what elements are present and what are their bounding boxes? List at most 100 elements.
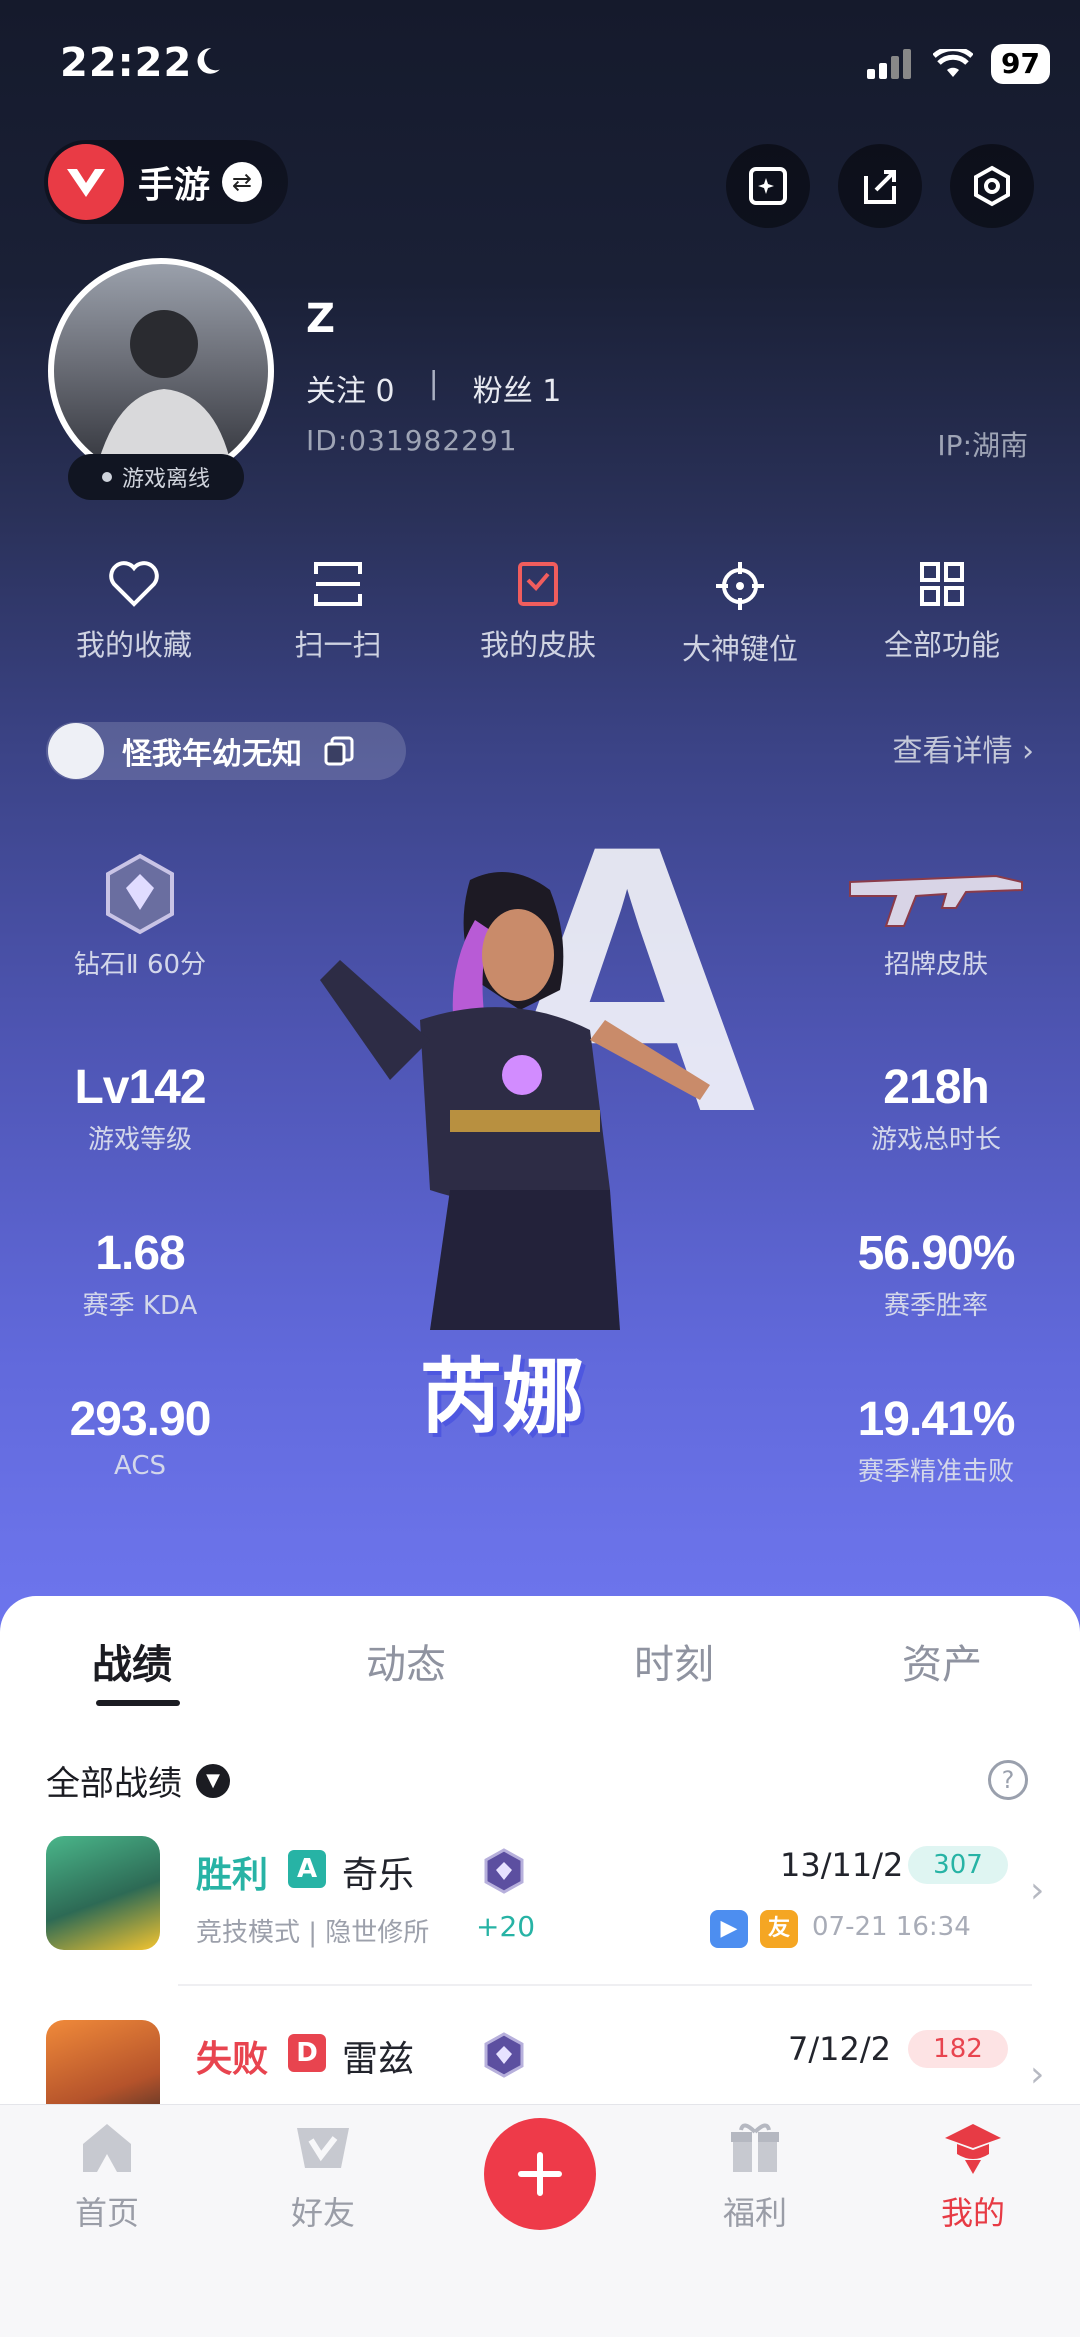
quick-label: 全部功能	[883, 628, 1000, 662]
quick-scan[interactable]: 扫一扫	[238, 560, 438, 664]
status-badge: 游戏离线	[68, 454, 244, 500]
tab-moments[interactable]: 时刻	[634, 1632, 714, 1690]
nav-label: 好友	[290, 2194, 355, 2232]
nav-benefits[interactable]: 福利	[690, 2120, 820, 2234]
level-label: 游戏等级	[87, 1125, 192, 1155]
share-icon	[864, 170, 896, 204]
create-button[interactable]	[484, 2118, 596, 2230]
headshot-stat: 19.41% 赛季精准击败	[806, 1392, 1066, 1488]
skin-icon	[518, 562, 558, 606]
help-icon[interactable]: ?	[988, 1760, 1028, 1800]
acs-badge: 307	[908, 1846, 1008, 1884]
nav-friends[interactable]: 好友	[258, 2120, 388, 2234]
rank-label: 钻石Ⅱ 60分	[73, 950, 207, 980]
active-tab-indicator	[96, 1700, 180, 1706]
following-count[interactable]: 关注 0	[306, 366, 395, 410]
kda-value: 1.68	[95, 1227, 185, 1280]
status-icons: 97	[867, 44, 1050, 84]
nav-home[interactable]: 首页	[42, 2120, 172, 2234]
game-mode-switch[interactable]: 手游 ⇄	[44, 140, 288, 224]
winrate-label: 赛季胜率	[883, 1291, 988, 1321]
quick-label: 我的皮肤	[479, 628, 596, 662]
match-mode: 竞技模式 | 隐世修所	[196, 1918, 430, 1948]
records-filter[interactable]: 全部战绩 ▼	[46, 1756, 230, 1805]
acs-badge: 182	[908, 2030, 1008, 2068]
home-icon	[83, 2124, 131, 2172]
video-icon[interactable]: ▶	[710, 1910, 748, 1948]
quick-pro-keybinds[interactable]: 大神键位	[640, 560, 840, 668]
status-badge-label: 游戏离线	[121, 467, 210, 492]
nav-label: 福利	[722, 2194, 787, 2232]
avatar-photo	[94, 310, 234, 478]
view-details-link[interactable]: 查看详情 ›	[892, 726, 1034, 770]
winrate-stat: 56.90% 赛季胜率	[806, 1226, 1066, 1322]
match-grade-badge: D	[288, 2034, 326, 2072]
level-value: Lv142	[74, 1061, 206, 1114]
game-character-chip[interactable]: 怪我年幼无知	[46, 722, 406, 780]
row-divider	[178, 1984, 1032, 1986]
crosshair-icon	[716, 562, 764, 610]
playtime-label: 游戏总时长	[870, 1125, 1001, 1155]
headshot-label: 赛季精准击败	[857, 1457, 1014, 1487]
heart-icon	[109, 561, 159, 607]
settings-hexagon-icon	[974, 165, 1010, 207]
match-grade-badge: A	[288, 1850, 326, 1888]
rank-stat[interactable]: 钻石Ⅱ 60分	[10, 852, 270, 981]
match-score: 7/12/2	[788, 2030, 891, 2068]
ai-edit-button[interactable]	[726, 144, 810, 228]
app-logo-icon	[48, 144, 124, 220]
winrate-value: 56.90%	[857, 1227, 1016, 1280]
nav-label: 首页	[74, 2194, 139, 2232]
copy-icon[interactable]	[322, 734, 356, 768]
kda-label: 赛季 KDA	[82, 1291, 198, 1321]
tab-assets[interactable]: 资产	[902, 1632, 982, 1690]
playtime-value: 218h	[883, 1061, 989, 1114]
match-time: 07-21 16:34	[812, 1912, 971, 1942]
nav-me[interactable]: 我的	[908, 2120, 1038, 2234]
kda-stat: 1.68 赛季 KDA	[10, 1226, 270, 1322]
agent-name: 雷兹	[342, 2039, 415, 2080]
friends-icon	[297, 2128, 349, 2168]
avatar[interactable]	[48, 258, 274, 484]
quick-skins[interactable]: 我的皮肤	[438, 560, 638, 664]
mode-label: 手游	[138, 165, 211, 206]
signal-icon	[867, 49, 912, 79]
hero-illustration	[320, 872, 710, 1330]
wifi-icon	[933, 49, 974, 77]
quick-all-features[interactable]: 全部功能	[842, 560, 1042, 664]
agent-portrait-icon	[46, 2020, 160, 2104]
chevron-right-icon: ›	[1030, 1870, 1045, 1911]
headshot-value: 19.41%	[857, 1393, 1016, 1446]
hero-name: 芮娜	[420, 1350, 585, 1445]
rank-icon	[484, 2032, 524, 2078]
nav-label: 我的	[940, 2194, 1005, 2232]
swap-icon: ⇄	[222, 162, 263, 202]
settings-button[interactable]	[950, 144, 1034, 228]
share-button[interactable]	[838, 144, 922, 228]
character-avatar	[48, 723, 104, 779]
match-score: 13/11/2	[780, 1846, 904, 1884]
match-result: 胜利	[196, 1855, 269, 1896]
quick-label: 扫一扫	[294, 628, 382, 662]
playtime-stat: 218h 游戏总时长	[806, 1060, 1066, 1156]
tab-feed[interactable]: 动态	[366, 1632, 446, 1690]
follow-stats: 关注 0 | 粉丝 1	[306, 366, 561, 410]
signature-skin-stat[interactable]: 招牌皮肤	[806, 862, 1066, 981]
level-stat: Lv142 游戏等级	[10, 1060, 270, 1156]
quick-favorites[interactable]: 我的收藏	[34, 560, 234, 664]
gift-icon	[731, 2123, 779, 2172]
offline-dot-icon	[101, 472, 112, 482]
rank-icon	[484, 1848, 524, 1894]
fans-count[interactable]: 粉丝 1	[473, 366, 562, 410]
quick-label: 我的收藏	[75, 628, 192, 662]
status-time: 22:22	[60, 40, 193, 86]
tab-records[interactable]: 战绩	[92, 1632, 172, 1690]
moon-icon	[197, 48, 220, 74]
plus-icon	[518, 2152, 562, 2196]
agent-portrait-icon	[46, 1836, 160, 1950]
profile-hat-icon	[945, 2124, 1001, 2174]
follow-separator: |	[428, 366, 439, 401]
quick-label: 大神键位	[681, 632, 798, 666]
match-result: 失败	[196, 2039, 269, 2080]
match-row[interactable]: 失败 D 雷兹 7/12/2 182 ›	[0, 2010, 1080, 2104]
